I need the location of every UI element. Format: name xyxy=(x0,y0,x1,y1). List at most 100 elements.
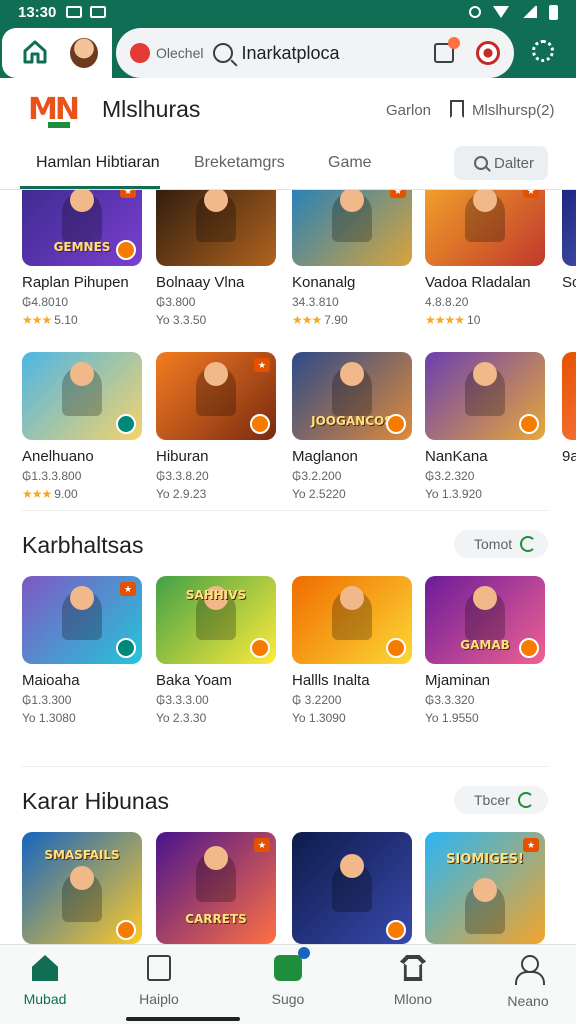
star-rating-icon: ★★★ xyxy=(292,313,322,327)
app-card[interactable]: SAHHIVS Baka Yoam ₲3.3.3.00 Yo 2.3.30 xyxy=(156,576,276,725)
app-card[interactable]: ★ Maioaha ₲1.3.300 Yo 1.3080 xyxy=(22,576,142,725)
app-thumbnail[interactable] xyxy=(292,832,412,944)
home-button[interactable] xyxy=(2,28,112,78)
thumbnail-art-text: SIOMIGES! xyxy=(446,852,524,867)
app-thumbnail[interactable]: SIOMIGES! ★ xyxy=(425,832,545,944)
app-title: NanKana xyxy=(425,448,488,465)
app-title: Baka Yoam xyxy=(156,672,232,689)
wifi-icon xyxy=(493,6,509,18)
search-icon[interactable] xyxy=(213,43,234,63)
section-more-button[interactable]: Tbcer xyxy=(454,786,548,814)
header-link-account[interactable]: Garlon xyxy=(386,102,431,119)
filter-search-icon xyxy=(474,156,488,170)
app-card[interactable]: JOOGANCOS Maglanon ₲3.2.200 Yo 2.5220 xyxy=(292,352,412,501)
site-title: Mlslhuras xyxy=(102,96,201,122)
install-badge-icon xyxy=(519,414,539,434)
record-icon[interactable] xyxy=(476,41,500,65)
app-thumbnail[interactable]: ★ xyxy=(292,190,412,266)
install-badge-icon xyxy=(116,414,136,434)
app-thumbnail[interactable]: JOOGANCOS xyxy=(292,352,412,440)
app-card[interactable]: ★ Vadoa Rladalan 4.8.8.20 ★★★★ 10 xyxy=(425,190,545,327)
app-thumbnail[interactable]: ★ xyxy=(156,352,276,440)
app-title: Bolnaay Vlna xyxy=(156,274,245,291)
app-thumbnail[interactable]: SMASFAILS xyxy=(22,832,142,944)
app-title: 9a xyxy=(562,448,576,465)
app-title: So xyxy=(562,274,576,291)
cart-icon[interactable] xyxy=(434,37,460,63)
nav-item-home[interactable]: Mubad xyxy=(0,955,90,1007)
star-rating-icon: ★★★ xyxy=(22,313,52,327)
alarm-icon xyxy=(469,6,481,18)
app-thumbnail[interactable] xyxy=(156,190,276,266)
bookmark-icon[interactable] xyxy=(450,100,464,118)
status-bar: 13:30 xyxy=(0,0,576,24)
tab-hamlan[interactable]: Hamlan Hibtiaran xyxy=(36,154,160,172)
thumbnail-head xyxy=(473,586,497,610)
nav-item-mlono[interactable]: Mlono xyxy=(368,955,458,1007)
app-card[interactable]: SMASFAILS xyxy=(22,832,142,944)
app-card[interactable]: GAMAB Mjaminan ₲3.3.320 Yo 1.9550 xyxy=(425,576,545,725)
app-card[interactable]: GEMNES ★ Raplan Pihupen ₲4.8010 ★★★ 5.10 xyxy=(22,190,142,327)
app-rating: Yo 2.9.23 xyxy=(156,487,207,501)
app-thumbnail[interactable]: ★ xyxy=(22,576,142,664)
app-card[interactable]: So xyxy=(562,190,576,291)
app-card[interactable]: ★ Hiburan ₲3.3.8.20 Yo 2.9.23 xyxy=(156,352,276,501)
app-card[interactable]: NanKana ₲3.2.320 Yo 1.3.920 xyxy=(425,352,545,501)
bottom-navigation: Mubad Haiplo Sugo Mlono Neano xyxy=(0,944,576,1024)
app-thumbnail[interactable] xyxy=(292,576,412,664)
search-prefix: Olechel xyxy=(156,45,204,61)
gesture-bar[interactable] xyxy=(126,1017,240,1021)
status-time: 13:30 xyxy=(18,3,57,21)
app-card[interactable]: Hallls Inalta ₲ 3.2200 Yo 1.3090 xyxy=(292,576,412,725)
avatar[interactable] xyxy=(68,36,100,70)
app-card[interactable]: Anelhuano ₲1.3.3.800 ★★★ 9.00 xyxy=(22,352,142,501)
app-thumbnail[interactable]: SAHHIVS xyxy=(156,576,276,664)
content-feed[interactable]: GEMNES ★ Raplan Pihupen ₲4.8010 ★★★ 5.10 … xyxy=(0,190,576,944)
app-thumbnail[interactable]: GAMAB xyxy=(425,576,545,664)
thumbnail-head xyxy=(204,362,228,386)
scan-icon[interactable] xyxy=(532,40,554,62)
app-card[interactable]: Bolnaay Vlna ₲3.800 Yo 3.3.50 xyxy=(156,190,276,327)
nav-label: Mlono xyxy=(393,991,433,1007)
app-thumbnail[interactable]: ★ xyxy=(425,190,545,266)
notification-icon xyxy=(66,6,83,18)
app-thumbnail[interactable] xyxy=(22,352,142,440)
section-title: Karar Hibunas xyxy=(22,788,170,814)
thumbnail-head xyxy=(70,362,94,386)
thumbnail-head xyxy=(473,362,497,386)
site-logo[interactable]: MN xyxy=(28,92,80,132)
filter-button[interactable]: Dalter xyxy=(454,146,548,180)
app-thumbnail[interactable] xyxy=(562,352,576,440)
app-card[interactable] xyxy=(292,832,412,944)
nav-item-neano[interactable]: Neano xyxy=(483,955,573,1009)
app-card[interactable]: CARRETS ★ xyxy=(156,832,276,944)
more-label: Tbcer xyxy=(474,792,510,808)
app-thumbnail[interactable] xyxy=(425,352,545,440)
app-price: ₲ 3.2200 xyxy=(292,693,342,707)
search-input[interactable]: Inarkatploca xyxy=(241,43,434,64)
app-price: ₲3.800 xyxy=(156,295,196,309)
tab-game[interactable]: Game xyxy=(328,154,372,172)
app-card[interactable]: ★ Konanalg 34.3.810 ★★★ 7.90 xyxy=(292,190,412,327)
store-badge-icon xyxy=(130,43,150,63)
app-card[interactable]: 9a xyxy=(562,352,576,465)
corner-badge: ★ xyxy=(254,838,270,852)
app-card[interactable]: SIOMIGES! ★ xyxy=(425,832,545,944)
media-icon xyxy=(90,6,107,18)
tab-breketamgrs[interactable]: Breketamgrs xyxy=(194,154,285,172)
install-badge-icon xyxy=(386,638,406,658)
nav-item-haiplo[interactable]: Haiplo xyxy=(114,955,204,1007)
install-badge-icon xyxy=(519,638,539,658)
home-icon xyxy=(23,40,47,64)
app-thumbnail[interactable] xyxy=(562,190,576,266)
app-thumbnail[interactable]: CARRETS ★ xyxy=(156,832,276,944)
logo-underline xyxy=(48,122,70,128)
puzzle-icon xyxy=(147,955,171,981)
section-more-button[interactable]: Tomot xyxy=(454,530,548,558)
section-divider xyxy=(22,766,548,767)
nav-item-sugo[interactable]: Sugo xyxy=(243,947,333,1007)
header-link-saved[interactable]: Mlslhursp(2) xyxy=(472,102,555,119)
search-bar[interactable]: Olechel Inarkatploca xyxy=(116,28,514,78)
refresh-icon xyxy=(520,536,537,552)
app-thumbnail[interactable]: GEMNES ★ xyxy=(22,190,142,266)
